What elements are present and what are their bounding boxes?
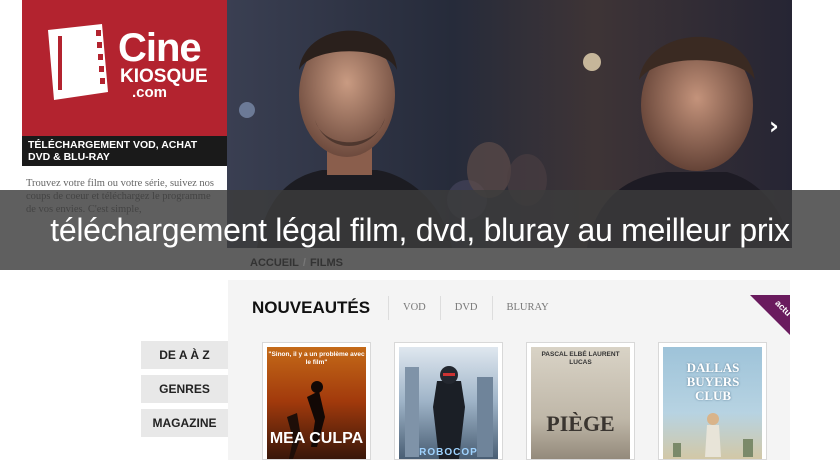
poster-image: ROBOCOP <box>399 347 498 459</box>
poster-title: ROBOCOP <box>419 447 478 458</box>
poster-image: PASCAL ELBÉ LAURENT LUCAS PIÈGE <box>531 347 630 459</box>
movie-poster-piege[interactable]: PASCAL ELBÉ LAURENT LUCAS PIÈGE <box>526 342 635 460</box>
brand-name-cine: Cine <box>118 26 202 70</box>
poster-image: DALLAS BUYERS CLUB <box>663 347 762 459</box>
poster-title: PIÈGE <box>546 411 615 436</box>
breadcrumb-current: Films <box>309 257 343 269</box>
poster-image: "Sinon, il y a un problème avec le film"… <box>267 347 366 459</box>
tab-dvd[interactable]: DVD <box>439 296 492 320</box>
poster-tagline: PASCAL ELBÉ LAURENT LUCAS <box>541 351 620 366</box>
chevron-right-icon[interactable]: › <box>760 112 788 140</box>
nav-item-genres[interactable]: Genres <box>141 375 228 403</box>
section-title: Nouveautés <box>252 298 371 317</box>
page-caption: téléchargement légal film, dvd, bluray a… <box>50 212 790 248</box>
site-tagline: Téléchargement VOD, achat DVD & Blu-ray <box>22 136 227 166</box>
nav-item-a-to-z[interactable]: De A à Z <box>141 341 228 369</box>
breadcrumb-home[interactable]: Accueil <box>250 257 299 269</box>
poster-artwork <box>405 366 493 459</box>
film-reel-icon <box>48 24 108 100</box>
brand-name-com: .com <box>132 84 168 101</box>
poster-artwork <box>673 413 753 457</box>
category-nav: De A à Z Genres Magazine <box>141 341 228 443</box>
movie-poster-mea-culpa[interactable]: "Sinon, il y a un problème avec le film"… <box>262 342 371 460</box>
tab-vod[interactable]: VOD <box>388 296 440 320</box>
movie-poster-robocop[interactable]: ROBOCOP <box>394 342 503 460</box>
movie-poster-dallas-buyers-club[interactable]: DALLAS BUYERS CLUB <box>658 342 767 460</box>
site-logo[interactable]: Cine KIOSQUE .com <box>22 0 227 136</box>
new-releases-panel: Nouveautés VOD DVD BLURAY actu "Sinon, i… <box>228 280 790 460</box>
tab-bluray[interactable]: BLURAY <box>491 296 563 320</box>
tagline-line-2: DVD & Blu-ray <box>28 151 110 163</box>
tagline-line-1: Téléchargement VOD, achat <box>28 139 198 151</box>
poster-list: "Sinon, il y a un problème avec le film"… <box>262 342 767 460</box>
poster-title: MEA CULPA <box>269 430 364 447</box>
page-caption-overlay: téléchargement légal film, dvd, bluray a… <box>0 190 840 270</box>
breadcrumb: Accueil / Films <box>250 256 343 270</box>
breadcrumb-separator: / <box>302 257 306 269</box>
nav-item-magazine[interactable]: Magazine <box>141 409 228 437</box>
format-tabs: VOD DVD BLURAY <box>388 296 563 320</box>
actu-ribbon: actu <box>750 295 790 335</box>
